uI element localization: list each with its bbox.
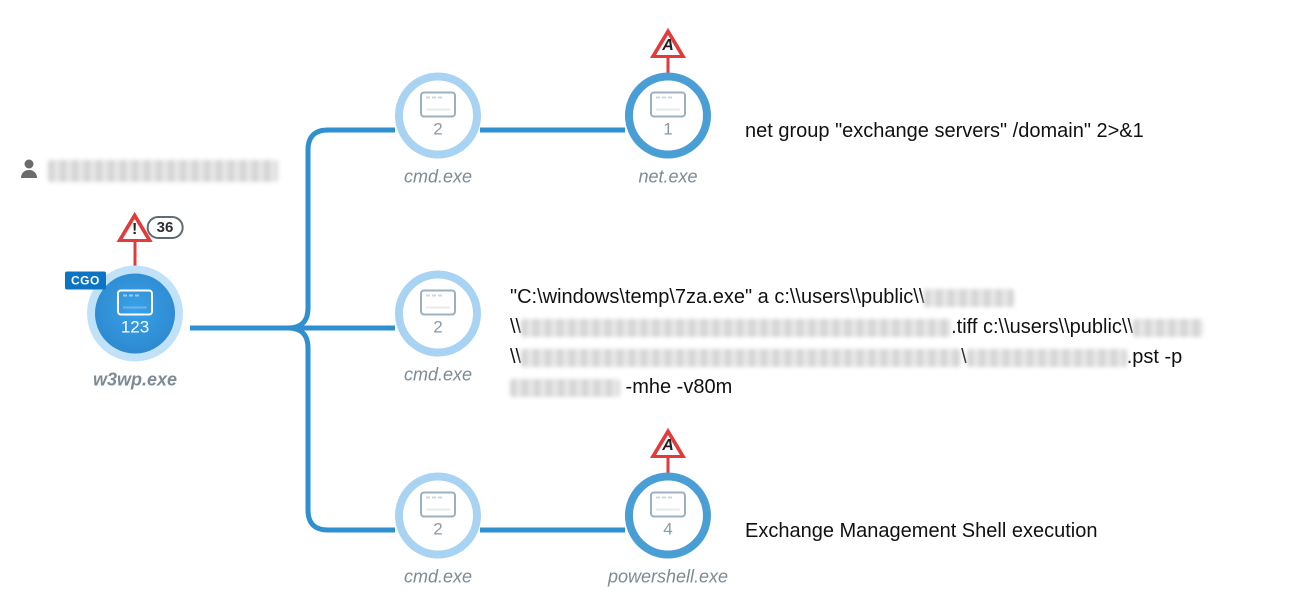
annot-1-text: \ [961,346,967,368]
user-name-redacted [48,160,278,182]
process-node-child-2[interactable]: 2 cmd.exe [395,473,481,588]
child-0-label: cmd.exe [395,167,481,188]
annot-1-text: \\ [510,316,521,338]
redacted [1133,319,1203,337]
annot-1-text: .pst -p [1127,346,1183,368]
child-2-label: cmd.exe [395,567,481,588]
root-alert-badge[interactable]: ! 36 [117,212,184,242]
terminal-icon [420,492,456,518]
child-0-count: 2 [433,120,442,140]
annot-1-text: \\ [510,346,521,368]
process-node-grandchild-2[interactable]: 4 powershell.exe [608,473,728,588]
redacted [521,349,961,367]
annotation-2: Exchange Management Shell execution [745,516,1097,546]
annot-1-text: "C:\windows\temp\7za.exe" a c:\\users\\p… [510,286,924,308]
gc-2-count: 4 [663,520,672,540]
terminal-icon [420,92,456,118]
annot-1-text: .tiff c:\\users\\public\\ [951,316,1133,338]
user-identity-row [20,158,278,184]
user-icon [20,158,38,184]
warning-triangle-icon: ! [117,212,153,242]
child-2-count: 2 [433,520,442,540]
root-process-name: w3wp.exe [87,370,183,391]
child-1-label: cmd.exe [395,365,481,386]
annotation-1: "C:\windows\temp\7za.exe" a c:\\users\\p… [510,282,1280,402]
gc-2-label: powershell.exe [608,567,728,588]
root-event-count: 123 [121,318,149,338]
terminal-icon [117,290,153,316]
process-node-child-1[interactable]: 2 cmd.exe [395,271,481,386]
process-node-grandchild-0[interactable]: 1 net.exe [625,73,711,188]
redacted [521,319,951,337]
process-node-root[interactable]: CGO 123 w3wp.exe [87,266,183,391]
gc-0-count: 1 [663,120,672,140]
annotation-0: net group "exchange servers" /domain" 2>… [745,116,1144,146]
terminal-icon [650,92,686,118]
redacted [967,349,1127,367]
process-node-child-0[interactable]: 2 cmd.exe [395,73,481,188]
warning-triangle-icon: A [650,28,686,58]
child-1-count: 2 [433,318,442,338]
annot-1-text: -mhe -v80m [620,376,732,398]
redacted [510,379,620,397]
root-tag: CGO [65,272,106,290]
warning-triangle-icon: A [650,428,686,458]
terminal-icon [650,492,686,518]
gc-0-alert[interactable]: A [650,28,686,58]
gc-2-alert[interactable]: A [650,428,686,458]
gc-0-label: net.exe [625,167,711,188]
terminal-icon [420,290,456,316]
redacted [924,289,1014,307]
